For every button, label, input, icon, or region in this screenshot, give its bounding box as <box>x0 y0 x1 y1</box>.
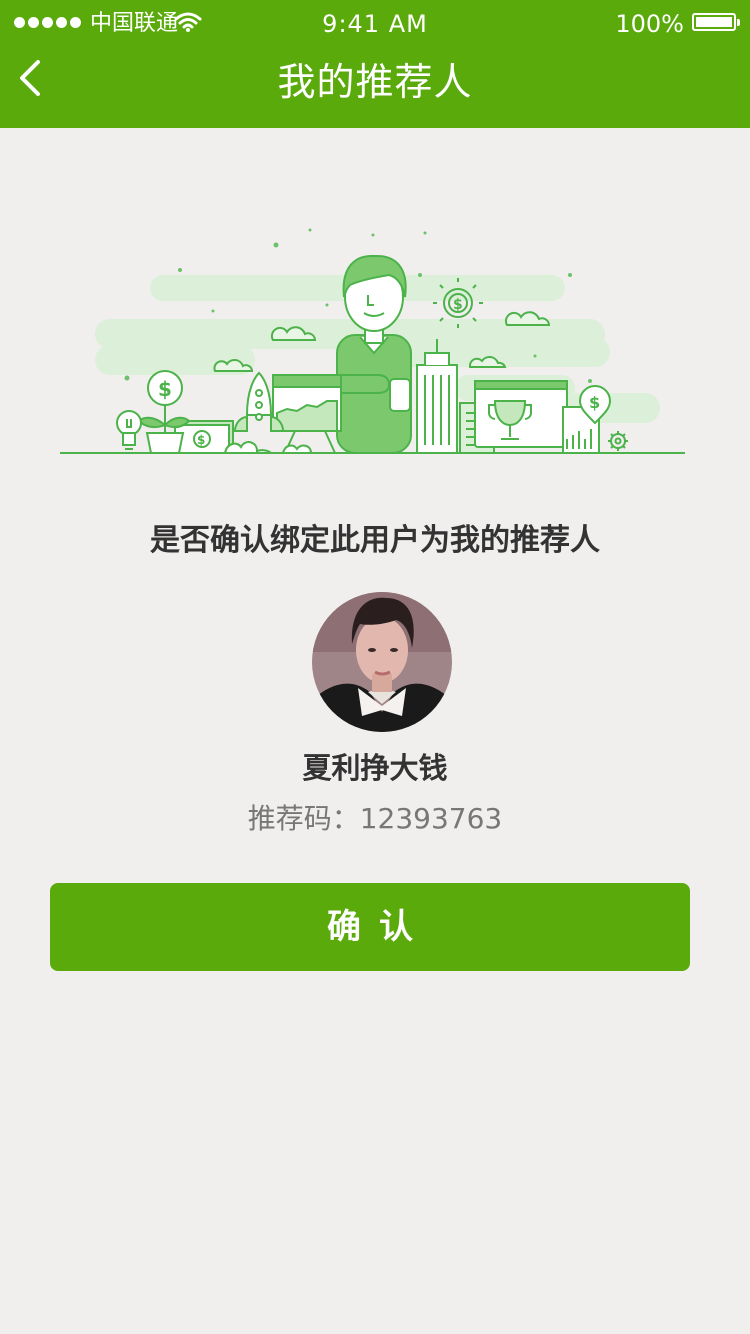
battery-icon <box>692 13 740 31</box>
navigation-bar: 我的推荐人 <box>0 48 750 128</box>
person-figure <box>336 254 412 454</box>
svg-text:$: $ <box>453 297 463 313</box>
bushes <box>223 441 313 454</box>
svg-text:$: $ <box>158 377 172 401</box>
svg-text:$: $ <box>589 393 600 412</box>
lightbulb <box>116 410 142 450</box>
plant-dollar: $ <box>137 370 191 454</box>
page-title: 我的推荐人 <box>277 60 473 104</box>
top-bar: 中国联通 9:41 AM 100% 我的推荐人 <box>0 0 750 128</box>
confirm-button[interactable]: 确认 <box>50 883 690 971</box>
svg-text:$: $ <box>197 433 205 447</box>
battery-percentage: 100% <box>615 10 684 38</box>
presentation-board <box>272 374 342 454</box>
referral-code: 推荐码：12393763 <box>247 802 503 835</box>
confirm-question: 是否确认绑定此用户为我的推荐人 <box>150 523 600 558</box>
monitor-trophy <box>474 380 568 448</box>
gear-icon <box>608 431 628 451</box>
avatar <box>312 592 452 732</box>
avatar-portrait <box>312 592 452 732</box>
referral-illustration: $ $ $ $ <box>60 228 685 454</box>
status-bar: 中国联通 9:41 AM 100% <box>0 0 750 48</box>
user-name: 夏利挣大钱 <box>302 751 448 785</box>
